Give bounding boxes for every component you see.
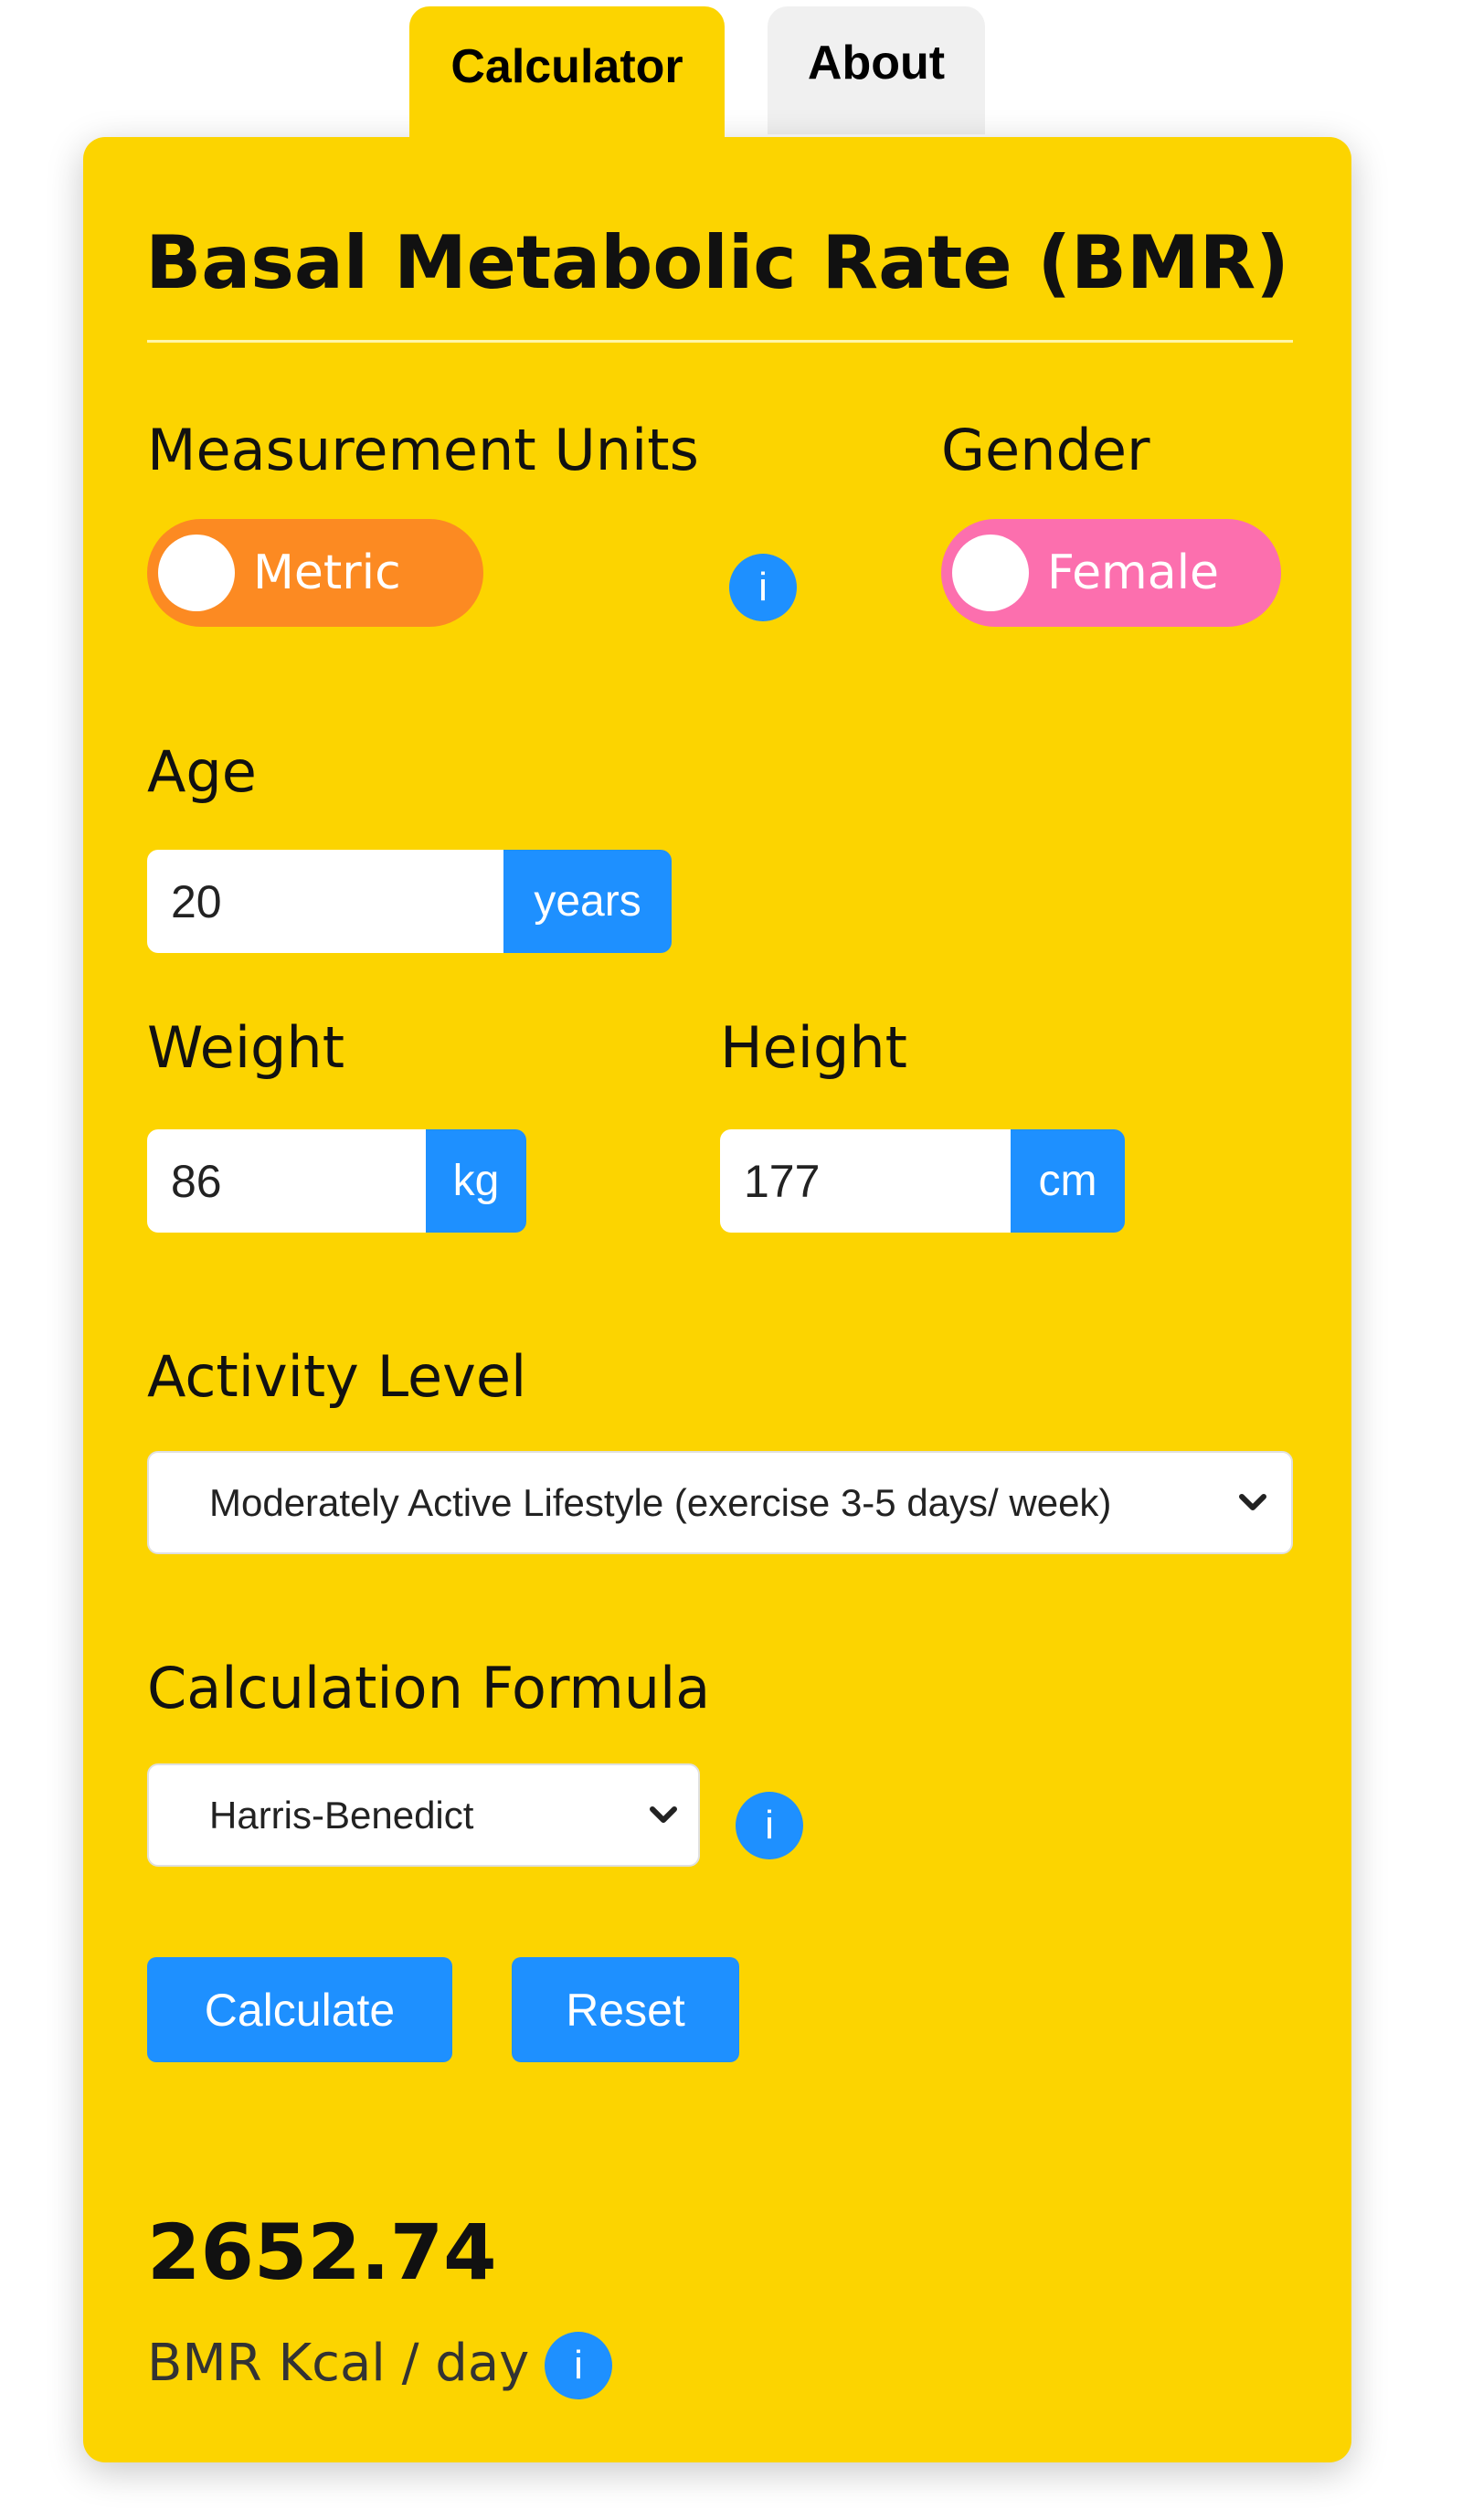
formula-selected-value: Harris-Benedict: [209, 1794, 474, 1837]
gender-toggle[interactable]: Female: [941, 519, 1281, 627]
page-title: Basal Metabolic Rate (BMR): [145, 220, 1289, 305]
result-info-icon[interactable]: i: [545, 2332, 612, 2399]
activity-label: Activity Level: [147, 1343, 527, 1410]
calculate-button[interactable]: Calculate: [147, 1957, 452, 2062]
units-toggle[interactable]: Metric: [147, 519, 483, 627]
height-input[interactable]: [720, 1129, 1011, 1233]
bmr-result-unit: BMR Kcal / day: [147, 2334, 530, 2393]
gender-toggle-value: Female: [1047, 545, 1220, 600]
age-input[interactable]: [147, 850, 503, 953]
height-unit: cm: [1011, 1129, 1125, 1233]
bmr-result-value: 2652.74: [147, 2208, 497, 2297]
calculator-card: Basal Metabolic Rate (BMR) Measurement U…: [83, 137, 1351, 2462]
weight-label: Weight: [147, 1014, 345, 1081]
formula-label: Calculation Formula: [147, 1655, 711, 1721]
gender-toggle-knob: [952, 535, 1029, 611]
tab-calculator[interactable]: Calculator: [409, 6, 725, 142]
formula-select[interactable]: Harris-Benedict: [147, 1763, 700, 1867]
tab-about-label: About: [807, 37, 946, 90]
units-label: Measurement Units: [147, 417, 699, 483]
activity-selected-value: Moderately Active Lifestyle (exercise 3-…: [209, 1481, 1112, 1524]
weight-unit: kg: [426, 1129, 526, 1233]
units-toggle-knob: [158, 535, 235, 611]
tab-calculator-label: Calculator: [450, 40, 683, 93]
activity-select[interactable]: Moderately Active Lifestyle (exercise 3-…: [147, 1451, 1293, 1554]
weight-input[interactable]: [147, 1129, 426, 1233]
gender-label: Gender: [941, 417, 1150, 483]
reset-button[interactable]: Reset: [512, 1957, 739, 2062]
age-label: Age: [147, 738, 257, 805]
age-unit: years: [503, 850, 672, 953]
tab-about[interactable]: About: [768, 6, 985, 134]
page: Calculator About Basal Metabolic Rate (B…: [0, 0, 1462, 2520]
units-info-icon[interactable]: i: [729, 554, 797, 621]
chevron-down-icon: [1239, 1494, 1266, 1510]
title-divider: [147, 340, 1293, 343]
height-label: Height: [720, 1014, 907, 1081]
formula-info-icon[interactable]: i: [736, 1792, 803, 1859]
units-toggle-value: Metric: [253, 545, 401, 600]
chevron-down-icon: [650, 1806, 677, 1823]
